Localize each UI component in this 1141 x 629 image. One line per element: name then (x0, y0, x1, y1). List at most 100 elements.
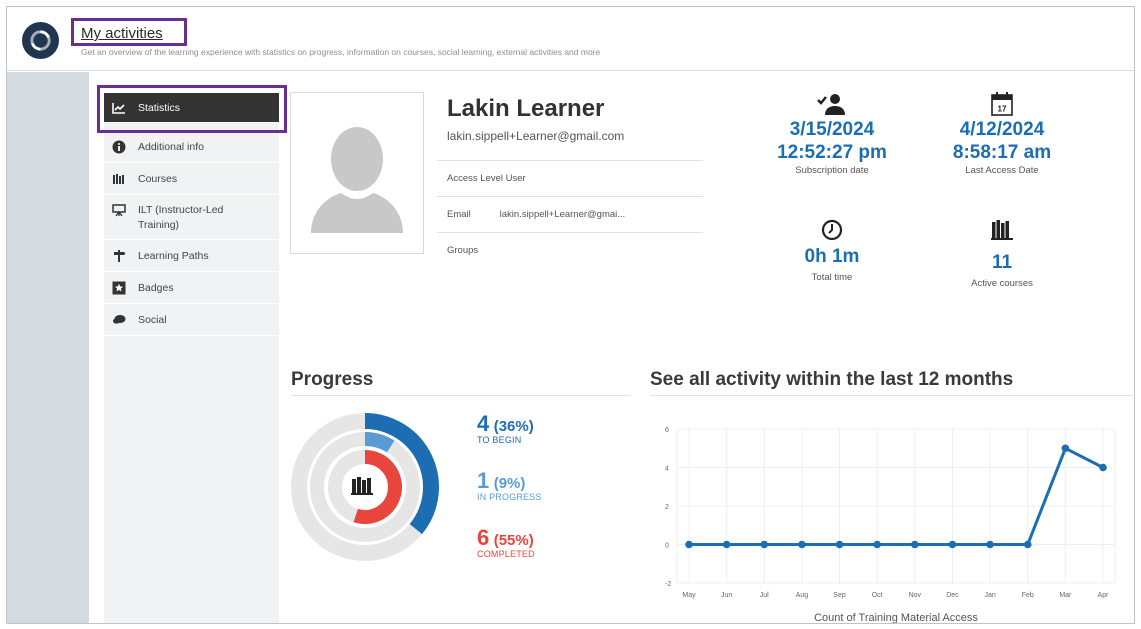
info-icon (112, 140, 126, 154)
activity-line-chart: -2 0 2 4 6 May Jun Jul Aug Sep Oct Nov Dec Jan Feb Mar A… (665, 427, 1116, 624)
data-point (722, 540, 731, 549)
y-tick-label: 6 (665, 427, 669, 434)
last-access-caption: Last Access Date (965, 165, 1039, 176)
completed-label: COMPLETED (477, 549, 535, 559)
last-access-time: 8:58:17 am (952, 142, 1052, 163)
last-access-date: 4/12/2024 (959, 119, 1045, 140)
sidebar-item-courses[interactable]: Courses (104, 164, 279, 195)
x-tick-label: Jan (984, 592, 995, 599)
avatar-placeholder-icon (311, 127, 403, 233)
data-point (986, 540, 994, 549)
sidebar-item-badges[interactable]: Badges (104, 273, 279, 304)
in-progress-label: IN PROGRESS (477, 492, 542, 502)
email-row: Email lakin.sippell+Learner@gmai... (437, 196, 703, 232)
data-point (948, 540, 957, 549)
active-courses-caption: Active courses (971, 278, 1033, 289)
to-begin-label: TO BEGIN (477, 435, 522, 445)
x-tick-label: Nov (909, 592, 922, 599)
app-logo[interactable] (22, 22, 59, 59)
speech-bubbles-icon (112, 313, 126, 327)
x-tick-label: Jul (760, 592, 769, 599)
signpost-icon (112, 249, 126, 263)
books-icon (351, 477, 373, 495)
data-point (911, 540, 919, 549)
y-tick-label: 2 (665, 504, 669, 511)
completed-count: 6 (477, 525, 490, 550)
svg-text:17: 17 (998, 105, 1007, 114)
sidebar-item-label: Courses (138, 173, 178, 185)
star-badge-icon (112, 281, 126, 295)
learner-name: Lakin Learner (447, 95, 605, 122)
sidebar-item-additional-info[interactable]: Additional info (104, 132, 279, 163)
activity-divider (650, 395, 1133, 396)
progress-title: Progress (291, 369, 374, 390)
x-tick-label: Jun (721, 592, 732, 599)
y-tick-label: 0 (665, 543, 669, 550)
sidebar-item-ilt[interactable]: ILT (Instructor-Led Training) (104, 196, 279, 240)
y-tick-label: 4 (665, 466, 669, 473)
in-progress-arc (364, 432, 395, 453)
groups-row: Groups (437, 232, 703, 262)
to-begin-count: 4 (477, 411, 490, 436)
presentation-icon (112, 203, 126, 217)
sidebar-item-learning-paths[interactable]: Learning Paths (104, 241, 279, 272)
subscription-stat: 3/15/2024 12:52:27 pm Subscription date (757, 92, 907, 176)
sidebar: Statistics Additional info Courses ILT (… (104, 93, 279, 623)
x-tick-label: Dec (946, 592, 959, 599)
progress-donut-chart (291, 413, 439, 561)
subscription-time: 12:52:27 pm (777, 142, 887, 163)
refresh-logo-icon (30, 30, 51, 51)
x-tick-label: Mar (1059, 592, 1072, 599)
books-icon (112, 172, 126, 186)
active-courses-value: 11 (991, 252, 1013, 273)
subscription-caption: Subscription date (795, 165, 869, 176)
x-tick-label: Aug (796, 592, 809, 599)
data-point (798, 540, 806, 549)
total-time-stat: 0h 1m Total time (757, 219, 907, 283)
x-tick-label: May (682, 592, 696, 599)
learner-email: lakin.sippell+Learner@gmail.com (447, 129, 625, 143)
completed-legend: 6 (55%) COMPLETED (477, 525, 535, 559)
data-point (1099, 463, 1107, 472)
left-rail (7, 72, 89, 623)
books-icon (991, 220, 1013, 240)
title-highlight-box (71, 18, 187, 46)
x-tick-label: Oct (872, 592, 883, 599)
last-access-stat: 17 4/12/2024 8:58:17 am Last Access Date (927, 92, 1077, 176)
access-level-row: Access Level User (437, 160, 703, 194)
data-point (1023, 540, 1032, 549)
access-level-value: User (505, 173, 526, 184)
activity-title: See all activity within the last 12 mont… (650, 369, 1014, 390)
avatar (290, 92, 424, 254)
access-level-label: Access Level (447, 173, 503, 184)
active-courses-stat: 11 Active courses (927, 219, 1077, 289)
to-begin-legend: 4 (36%) TO BEGIN (477, 411, 534, 445)
completed-arc (353, 450, 402, 524)
statistics-highlight-box (97, 85, 287, 133)
data-point (835, 540, 844, 549)
in-progress-legend: 1 (9%) IN PROGRESS (477, 468, 542, 502)
data-point (873, 540, 881, 549)
user-check-icon (817, 94, 845, 115)
email-label: Email (447, 209, 471, 220)
series-line (689, 446, 1104, 546)
data-point (685, 540, 693, 549)
clock-icon (821, 219, 843, 241)
sidebar-item-social[interactable]: Social (104, 305, 279, 336)
x-axis-label: Count of Training Material Access (814, 612, 978, 624)
sidebar-item-label: Badges (138, 282, 174, 294)
page-subtitle: Get an overview of the learning experien… (81, 47, 601, 57)
data-point (760, 540, 769, 549)
total-time-caption: Total time (811, 272, 853, 283)
total-time-value: 0h 1m (804, 246, 860, 267)
completed-pct: (55%) (493, 532, 534, 549)
sidebar-item-label: Additional info (138, 141, 204, 153)
progress-divider (291, 395, 631, 396)
data-point (1061, 444, 1070, 453)
y-tick-label: -2 (665, 581, 671, 588)
calendar-icon: 17 (991, 92, 1013, 116)
in-progress-pct: (9%) (493, 475, 526, 492)
sidebar-item-label: ILT (Instructor-Led Training) (138, 204, 224, 231)
x-tick-label: Sep (833, 592, 846, 599)
page-header: My activities Get an overview of the lea… (7, 7, 1134, 71)
